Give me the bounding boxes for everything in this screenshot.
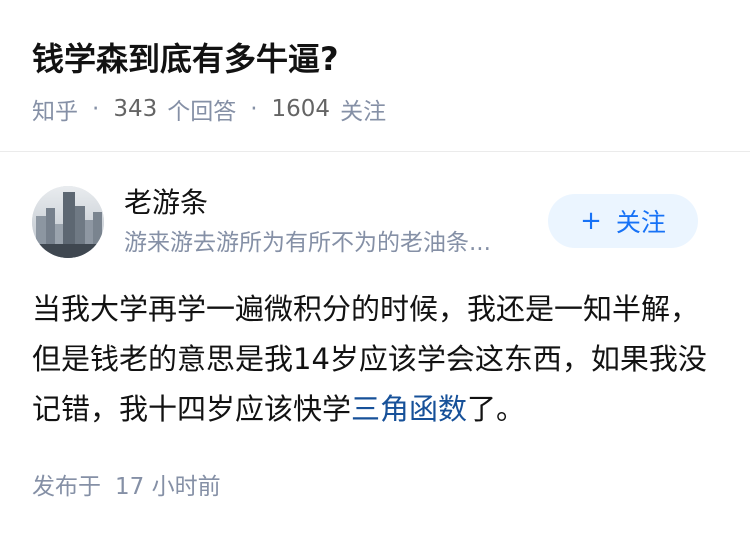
author-block: 老游条 游来游去游所为有所不为的老油条... + 关注 bbox=[0, 152, 750, 270]
question-meta: 知乎 · 343 个回答 · 1604 关注 bbox=[32, 92, 386, 126]
answer-content: 当我大学再学一遍微积分的时候，我还是一知半解，但是钱老的意思是我14岁应该学会这… bbox=[32, 284, 712, 434]
follower-count-label: 关注 bbox=[340, 99, 387, 125]
publish-info: 发布于 17 小时前 bbox=[32, 466, 221, 502]
follow-button[interactable]: + 关注 bbox=[548, 194, 698, 248]
question-header: 钱学森到底有多牛逼? 知乎 · 343 个回答 · 1604 关注 bbox=[0, 0, 750, 151]
meta-separator: · bbox=[250, 96, 258, 122]
follow-button-label: 关注 bbox=[615, 208, 666, 237]
meta-separator: · bbox=[92, 96, 100, 122]
author-name[interactable]: 老游条 bbox=[124, 185, 208, 221]
avatar-image bbox=[32, 186, 104, 258]
avatar[interactable] bbox=[32, 186, 104, 258]
publish-time: 17 小时前 bbox=[115, 474, 221, 500]
author-bio: 游来游去游所为有所不为的老油条... bbox=[124, 230, 491, 256]
question-title[interactable]: 钱学森到底有多牛逼? bbox=[32, 34, 339, 84]
keyword-link[interactable]: 三角函数 bbox=[351, 392, 467, 426]
answer-text-end: 了。 bbox=[467, 392, 526, 426]
plus-icon: + bbox=[580, 206, 602, 236]
answer-count: 343 bbox=[113, 96, 158, 122]
answer-count-label: 个回答 bbox=[167, 99, 237, 125]
answer-page: 钱学森到底有多牛逼? 知乎 · 343 个回答 · 1604 关注 老游条 游来… bbox=[0, 0, 750, 534]
publish-label: 发布于 bbox=[32, 474, 101, 500]
source-label[interactable]: 知乎 bbox=[32, 92, 78, 126]
follower-count: 1604 bbox=[271, 96, 331, 122]
